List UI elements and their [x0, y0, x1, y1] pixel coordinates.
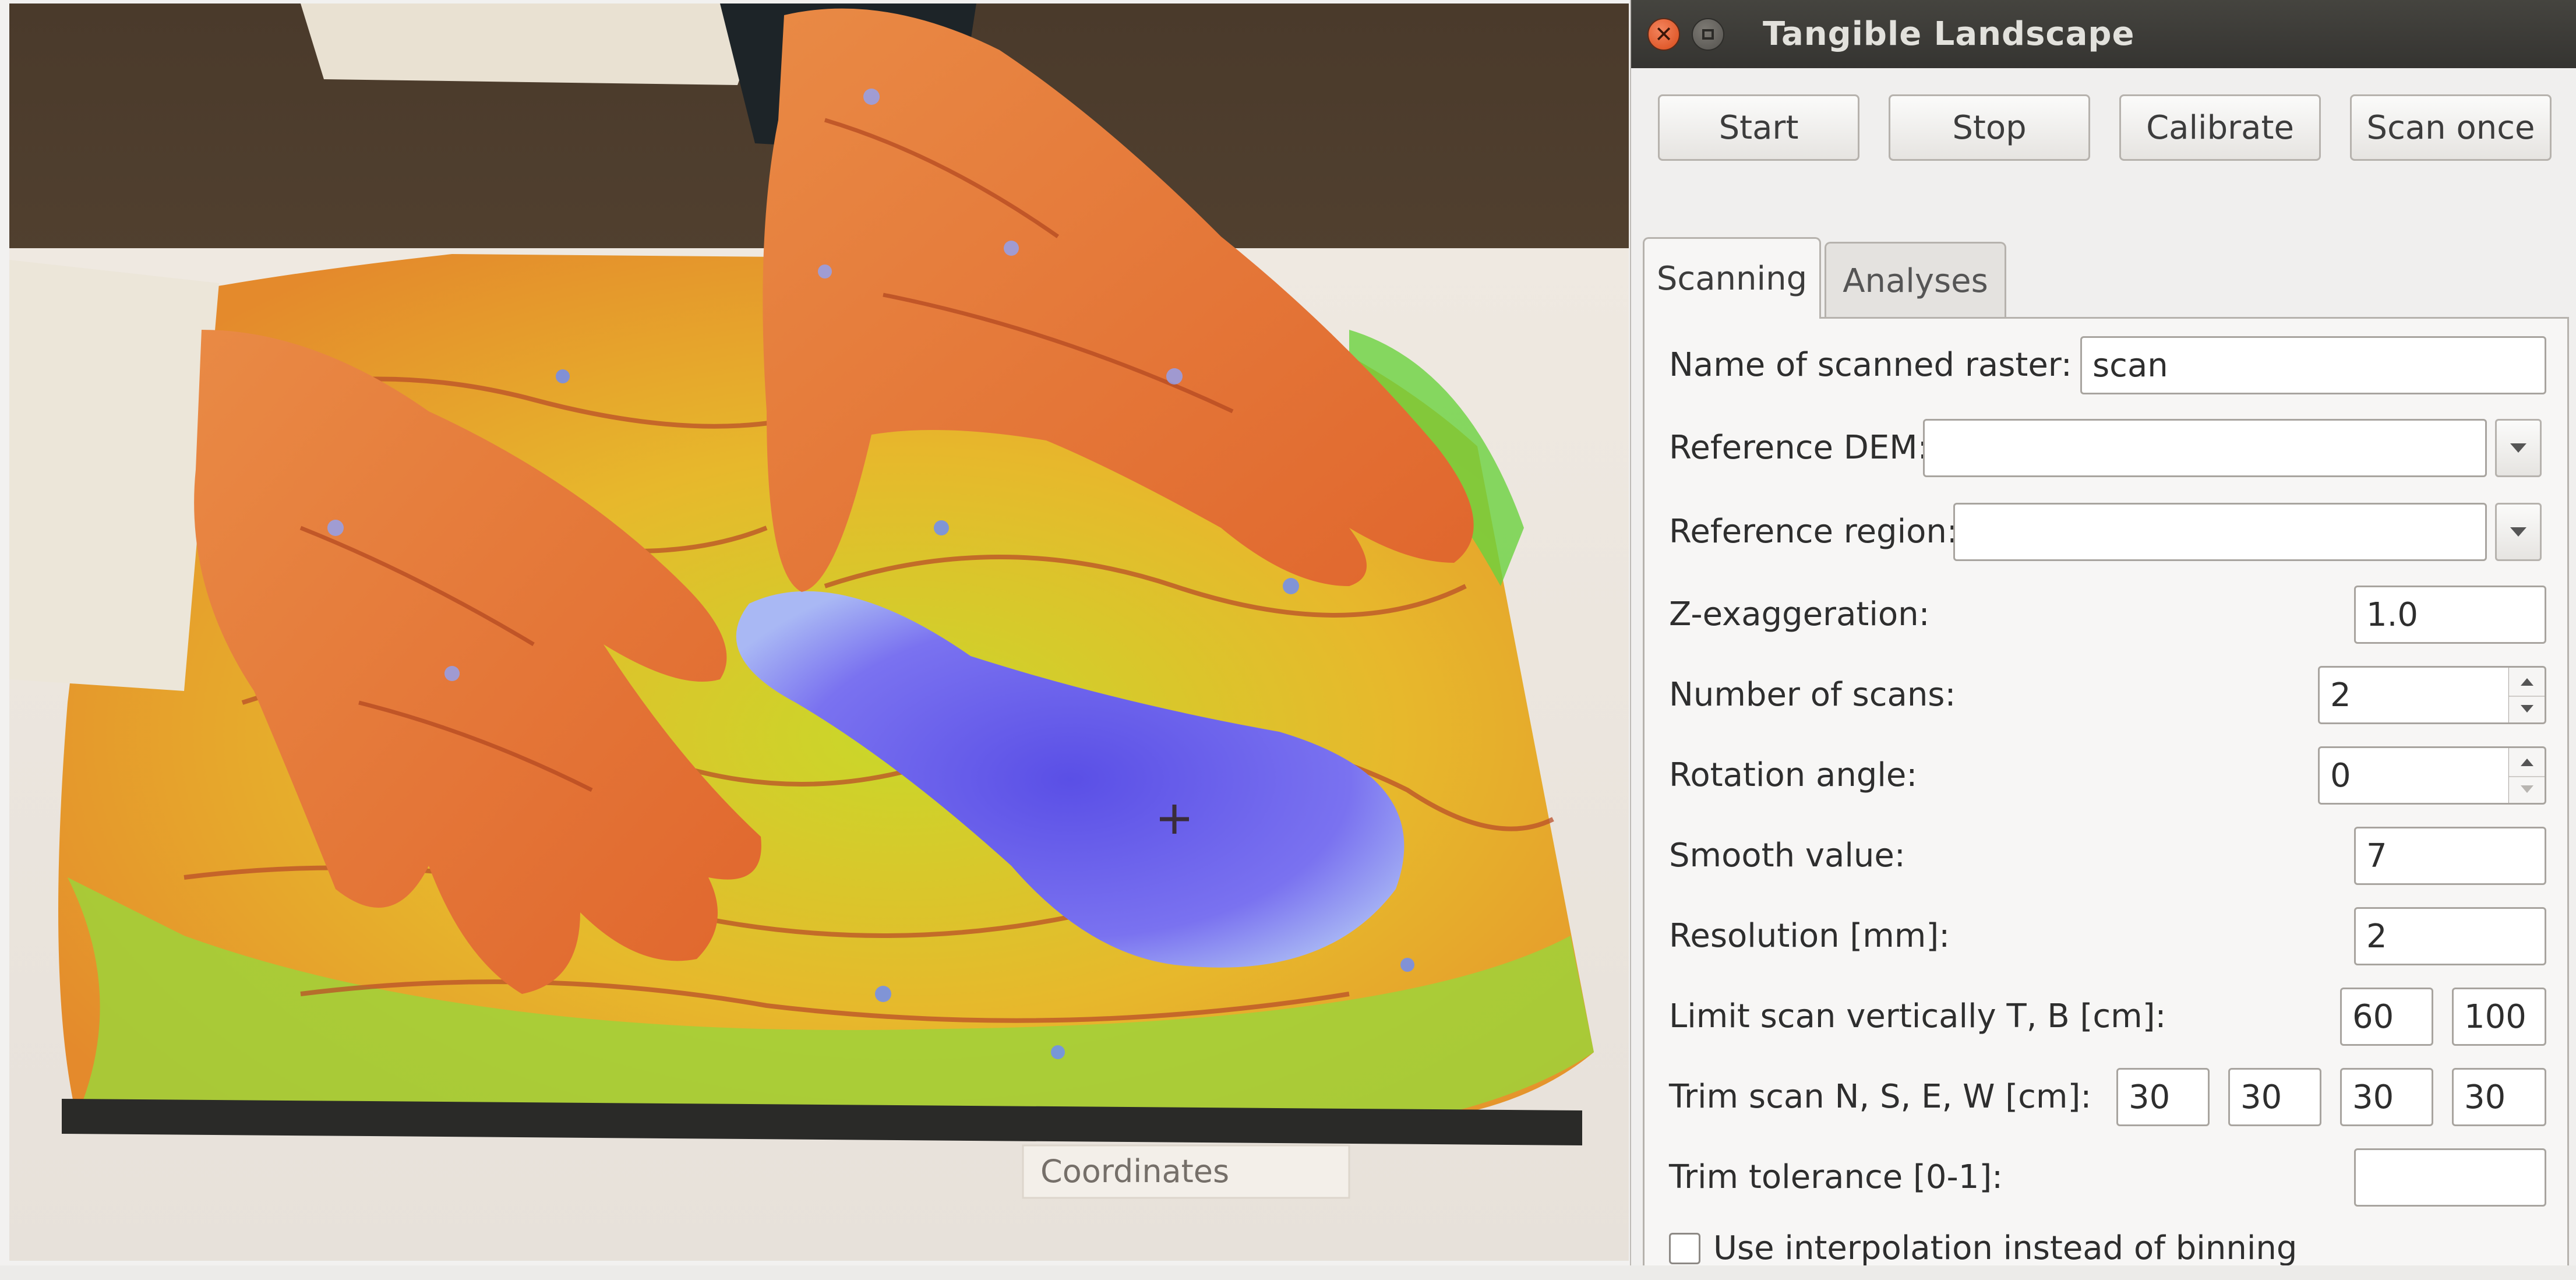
number-of-scans-field[interactable]: 2: [2318, 666, 2510, 724]
start-button[interactable]: Start: [1658, 94, 1859, 161]
interpolation-label: Use interpolation instead of binning: [1713, 1229, 2298, 1265]
number-of-scans-label: Number of scans:: [1669, 676, 1956, 714]
increment-button[interactable]: [2509, 748, 2545, 777]
trim-tolerance-label: Trim tolerance [0-1]:: [1669, 1158, 2003, 1196]
tab-analyses[interactable]: Analyses: [1825, 242, 2006, 319]
interpolation-checkbox[interactable]: [1669, 1233, 1700, 1264]
bottom-strip: [0, 1265, 2576, 1280]
reference-dem-label: Reference DEM:: [1669, 429, 1929, 467]
close-icon[interactable]: ✕: [1647, 18, 1680, 51]
raster-name-label: Name of scanned raster:: [1669, 346, 2072, 384]
increment-button[interactable]: [2509, 668, 2545, 697]
coordinates-label: Coordinates: [1040, 1153, 1230, 1190]
chevron-down-icon: [2510, 527, 2526, 537]
sand-model-illustration: [9, 3, 1629, 1261]
trim-tolerance-field[interactable]: [2354, 1148, 2546, 1207]
stop-button[interactable]: Stop: [1889, 94, 2090, 161]
z-exaggeration-field[interactable]: 1.0: [2354, 586, 2546, 644]
limit-top-field[interactable]: 60: [2340, 988, 2433, 1046]
chevron-down-icon: [2510, 443, 2526, 453]
raster-name-field[interactable]: scan: [2080, 336, 2546, 394]
smooth-value-label: Smooth value:: [1669, 837, 1905, 875]
rotation-angle-label: Rotation angle:: [1669, 756, 1918, 794]
window-titlebar: ✕ Tangible Landscape: [1631, 0, 2576, 68]
window-title: Tangible Landscape: [1763, 15, 2135, 53]
reference-region-label: Reference region:: [1669, 513, 1958, 551]
reference-dem-field[interactable]: [1923, 419, 2487, 477]
number-of-scans-spinner[interactable]: [2509, 666, 2546, 724]
limit-scan-label: Limit scan vertically T, B [cm]:: [1669, 997, 2166, 1035]
trim-east-field[interactable]: 30: [2340, 1068, 2433, 1126]
arrow-up-icon: [2520, 758, 2533, 766]
z-exaggeration-label: Z-exaggeration:: [1669, 595, 1930, 633]
arrow-down-icon: [2520, 704, 2533, 713]
resolution-field[interactable]: 2: [2354, 907, 2546, 965]
arrow-down-icon: [2520, 785, 2533, 793]
scanning-panel: Name of scanned raster: scan Reference D…: [1643, 317, 2569, 1265]
decrement-button[interactable]: [2509, 694, 2545, 722]
rotation-angle-field[interactable]: 0: [2318, 746, 2510, 805]
reference-dem-dropdown[interactable]: [2495, 419, 2542, 477]
reference-region-field[interactable]: [1953, 503, 2487, 561]
decrement-button[interactable]: [2509, 775, 2545, 803]
limit-bottom-field[interactable]: 100: [2452, 988, 2546, 1046]
arrow-up-icon: [2520, 678, 2533, 686]
calibrate-button[interactable]: Calibrate: [2119, 94, 2321, 161]
reference-region-dropdown[interactable]: [2495, 503, 2542, 561]
trim-scan-label: Trim scan N, S, E, W [cm]:: [1669, 1078, 2092, 1116]
rotation-angle-spinner[interactable]: [2509, 746, 2546, 805]
maximize-icon[interactable]: [1692, 18, 1724, 51]
trim-west-field[interactable]: 30: [2452, 1068, 2546, 1126]
sand-model-photo: Coordinates: [9, 3, 1629, 1261]
smooth-value-field[interactable]: 7: [2354, 827, 2546, 885]
resolution-label: Resolution [mm]:: [1669, 917, 1950, 955]
trim-south-field[interactable]: 30: [2228, 1068, 2321, 1126]
tab-scanning[interactable]: Scanning: [1643, 237, 1821, 319]
tangible-landscape-dialog: ✕ Tangible Landscape Start Stop Calibrat…: [1630, 0, 2576, 1265]
scan-once-button[interactable]: Scan once: [2350, 94, 2552, 161]
trim-north-field[interactable]: 30: [2116, 1068, 2210, 1126]
